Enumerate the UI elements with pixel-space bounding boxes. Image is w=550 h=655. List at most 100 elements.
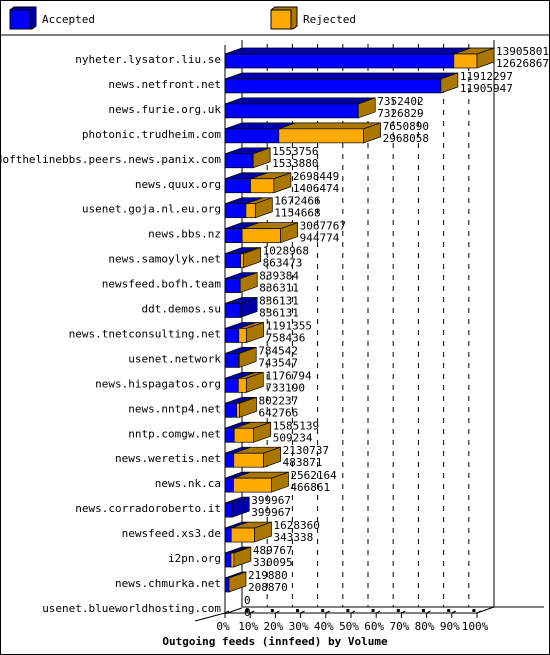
bar-rejected: [230, 527, 255, 543]
x-tick-label: 20%: [263, 620, 283, 633]
x-tick-marker: [296, 609, 299, 612]
bar-accepted: [224, 103, 359, 119]
bar-rejected: [245, 203, 256, 219]
bar-accepted: [224, 278, 241, 293]
bar-accepted: [224, 78, 442, 94]
bar-accepted: [224, 402, 237, 418]
bar-row: news.samoylyk.net1028968863473: [108, 245, 309, 270]
x-tick-marker: [245, 609, 249, 612]
category-label: newsfeed.bofh.team: [102, 278, 222, 291]
bar-accepted: [224, 427, 235, 443]
x-tick-label: 90%: [440, 620, 460, 633]
x-tick-marker: [472, 609, 476, 612]
category-label: endofthelinebbs.peers.news.panix.com: [0, 153, 221, 166]
bar-accepted: [224, 128, 280, 144]
bar-row: news.furie.org.uk73524027326829: [108, 95, 423, 120]
bar-row: news.hispagatos.org1176794733190: [95, 369, 312, 394]
bar-accepted: [224, 328, 240, 343]
category-label: i2pn.org: [168, 552, 221, 565]
value-label-accepted: 1154668: [274, 207, 320, 220]
category-label: news.nntp4.net: [128, 402, 221, 415]
bar-row: usenet.network784542743547: [128, 344, 298, 369]
value-label-accepted: 483871: [283, 456, 323, 469]
bar-accepted: [224, 203, 247, 219]
x-tick-label: 80%: [415, 620, 435, 633]
value-label-accepted: 863473: [263, 257, 303, 270]
bar-accepted-top: [224, 97, 375, 105]
value-label-accepted: 836131: [259, 307, 299, 320]
x-tick-label: 40%: [314, 620, 334, 633]
bar-accepted: [224, 178, 251, 194]
legend-accepted-label: Accepted: [42, 13, 95, 26]
x-tick-marker: [447, 609, 451, 612]
category-label: news.tnetconsulting.net: [69, 327, 221, 340]
x-tick-label: 10%: [238, 620, 258, 633]
bar-rejected: [230, 552, 235, 568]
value-label-accepted: 733190: [265, 381, 305, 394]
bars: nyheter.lysator.liu.se1390580112626867ne…: [0, 45, 549, 619]
bar-rejected: [241, 228, 281, 243]
category-label: news.bbs.nz: [148, 228, 221, 241]
bar-row: news.bbs.nz3067767944774: [148, 220, 346, 245]
x-tick-label: 60%: [364, 620, 384, 633]
bar-rejected: [278, 128, 364, 144]
value-label-accepted: 208870: [248, 581, 288, 594]
category-label: ddt.demos.su: [142, 303, 221, 316]
bar-rejected: [240, 253, 244, 268]
bar-accepted: [224, 353, 239, 368]
bar-row: news.weretis.net2130737483871: [115, 444, 329, 469]
bar-rejected: [233, 477, 272, 493]
category-label: news.weretis.net: [115, 452, 221, 465]
bar-accepted: [224, 303, 241, 318]
bar-accepted-top: [224, 72, 458, 80]
bar-row: news.netfront.net1191229711905947: [108, 70, 512, 95]
legend-rejected-label: Rejected: [303, 13, 356, 26]
value-label-accepted: 343338: [274, 531, 314, 544]
bar-rejected: [237, 378, 247, 393]
x-tick-marker: [321, 609, 325, 612]
category-label: newsfeed.xs3.de: [122, 527, 221, 540]
x-tick-marker: [270, 609, 274, 612]
value-label-accepted: 1406474: [293, 182, 340, 195]
category-label: nyheter.lysator.liu.se: [75, 53, 221, 66]
bar-accepted: [224, 502, 233, 518]
category-label: usenet.network: [128, 352, 221, 365]
x-axis: 0% 10% 20% 30% 40% 50% 60% 70% 80% 90% 100%: [194, 606, 544, 633]
value-label-accepted: 12626867: [496, 57, 549, 70]
bar-row: usenet.blueworldhosting.com00: [42, 594, 250, 619]
x-tick-marker: [422, 609, 425, 612]
value-label-accepted: 330095: [253, 556, 293, 569]
bar-row: news.tnetconsulting.net1191355758436: [69, 319, 312, 344]
category-label: news.netfront.net: [108, 78, 221, 91]
x-tick-label: 0%: [216, 620, 230, 633]
bar-rejected: [453, 53, 478, 69]
bar-row: news.nk.ca2562164466861: [155, 469, 337, 494]
bar-accepted: [224, 527, 232, 543]
bar-chart: Accepted Rejected nyheter.lysator.liu.se…: [0, 6, 549, 648]
value-label-accepted: 399967: [251, 506, 291, 519]
legend-accepted: Accepted: [9, 6, 95, 30]
bar-row: news.nntp4.net802237642766: [128, 394, 298, 419]
legend-rejected: Rejected: [270, 6, 356, 30]
value-label-accepted: 2968058: [383, 132, 429, 145]
bar-rejected: [233, 452, 264, 468]
x-tick-marker: [396, 609, 400, 612]
value-label-accepted: 944774: [300, 232, 340, 245]
legend-rejected-swatch: [270, 9, 292, 30]
bar-rejected: [233, 427, 255, 443]
x-tick-label: 70%: [389, 620, 409, 633]
x-tick-label: 100%: [462, 620, 489, 633]
bar-accepted: [224, 53, 455, 69]
category-label: usenet.blueworldhosting.com: [42, 602, 221, 615]
category-label: news.hispagatos.org: [95, 377, 221, 390]
x-tick-label: 50%: [339, 620, 359, 633]
bar-row: newsfeed.xs3.de1628360343338: [122, 519, 320, 544]
value-label-accepted: 7326829: [377, 107, 423, 120]
bar-accepted: [224, 577, 230, 593]
bar-accepted: [224, 253, 241, 268]
bar-accepted-top: [224, 47, 471, 55]
x-tick-marker: [371, 609, 375, 612]
category-label: news.nk.ca: [155, 477, 221, 490]
value-label-accepted: 466861: [290, 481, 330, 494]
value-label-accepted: 0: [244, 606, 251, 619]
